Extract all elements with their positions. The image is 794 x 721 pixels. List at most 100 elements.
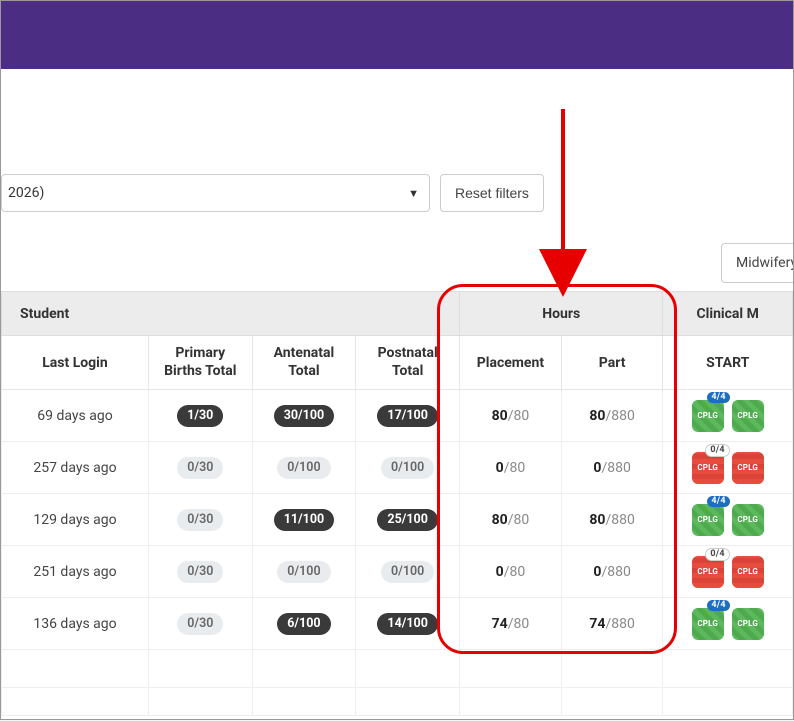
cell-start: CPLG0/4CPLG — [663, 442, 793, 494]
badge-counter: 0/4 — [705, 444, 729, 458]
count-pill: 11/100 — [274, 509, 335, 531]
empty-cell — [460, 688, 562, 716]
count-pill: 0/100 — [277, 561, 330, 583]
empty-cell — [2, 650, 149, 688]
count-pill: 30/100 — [274, 405, 335, 427]
reset-filters-label: Reset filters — [455, 185, 529, 201]
col-part[interactable]: Part — [561, 336, 663, 390]
cplg-badge[interactable]: CPLG4/4 — [692, 608, 724, 640]
empty-cell — [148, 650, 252, 688]
col-postnatal[interactable]: Postnatal Total — [356, 336, 460, 390]
count-pill: 1/30 — [177, 405, 223, 427]
empty-cell — [356, 650, 460, 688]
count-pill: 0/30 — [177, 561, 223, 583]
course-select[interactable]: 2026) ▼ — [1, 174, 430, 212]
progress-table-wrap: Student Hours Clinical M Last Login Prim… — [1, 291, 793, 716]
cell-last-login: 69 days ago — [2, 390, 149, 442]
cplg-badge[interactable]: CPLG4/4 — [692, 400, 724, 432]
cell-placement: 80/80 — [460, 390, 562, 442]
cell-primary-births: 0/30 — [148, 546, 252, 598]
cell-last-login: 257 days ago — [2, 442, 149, 494]
table-row[interactable]: 251 days ago 0/30 0/100 0/100 0/800/880 CPLG0… — [2, 546, 793, 598]
cell-last-login: 251 days ago — [2, 546, 149, 598]
cell-postnatal: 25/100 — [356, 494, 460, 546]
empty-cell — [460, 650, 562, 688]
col-primary-births[interactable]: Primary Births Total — [148, 336, 252, 390]
badge-counter: 4/4 — [707, 600, 729, 612]
col-group-hours: Hours — [460, 292, 663, 336]
cplg-badge[interactable]: CPLG — [732, 452, 764, 484]
count-pill: 25/100 — [377, 509, 438, 531]
empty-cell — [2, 688, 149, 716]
table-sub-header-row: Last Login Primary Births Total Antenata… — [2, 336, 793, 390]
cell-primary-births: 0/30 — [148, 442, 252, 494]
cell-primary-births: 0/30 — [148, 494, 252, 546]
table-row[interactable]: 257 days ago0/300/1000/1000/800/880CPLG0… — [2, 442, 793, 494]
cell-postnatal: 0/100 — [356, 546, 460, 598]
cplg-badge[interactable]: CPLG — [732, 400, 764, 432]
start-badge-set: CPLG4/4CPLG — [692, 608, 764, 640]
cell-placement: 0/80 — [460, 442, 562, 494]
count-pill: 17/100 — [377, 405, 438, 427]
cell-placement: 74/80 — [460, 598, 562, 650]
app-viewport: 2026) ▼ Reset filters Midwifery Student … — [0, 0, 794, 720]
cell-last-login: 129 days ago — [2, 494, 149, 546]
cell-start: CPLG4/4CPLG — [663, 390, 793, 442]
empty-cell — [663, 650, 793, 688]
cplg-badge[interactable]: CPLG — [732, 504, 764, 536]
start-badge-set: CPLG0/4CPLG — [692, 556, 764, 588]
table-row[interactable]: 69 days ago1/3030/10017/10080/8080/880CP… — [2, 390, 793, 442]
count-pill: 0/100 — [381, 561, 434, 583]
count-pill: 0/100 — [277, 457, 330, 479]
col-group-student: Student — [2, 292, 460, 336]
cplg-badge[interactable]: CPLG0/4 — [692, 452, 724, 484]
cell-antenatal: 0/100 — [252, 546, 356, 598]
reset-filters-button[interactable]: Reset filters — [440, 174, 544, 212]
col-antenatal[interactable]: Antenatal Total — [252, 336, 356, 390]
empty-cell — [148, 688, 252, 716]
cell-antenatal: 11/100 — [252, 494, 356, 546]
table-row — [2, 650, 793, 688]
count-pill: 0/30 — [177, 509, 223, 531]
empty-cell — [561, 688, 663, 716]
cell-part: 0/880 — [561, 546, 663, 598]
cell-primary-births: 0/30 — [148, 598, 252, 650]
course-select-value: 2026) — [8, 185, 408, 201]
cell-part: 74/880 — [561, 598, 663, 650]
cplg-badge[interactable]: CPLG4/4 — [692, 504, 724, 536]
start-badge-set: CPLG4/4CPLG — [692, 400, 764, 432]
cell-placement: 80/80 — [460, 494, 562, 546]
badge-counter: 4/4 — [707, 496, 729, 508]
empty-cell — [252, 650, 356, 688]
count-pill: 6/100 — [277, 613, 330, 635]
progress-table: Student Hours Clinical M Last Login Prim… — [1, 291, 793, 716]
cell-antenatal: 6/100 — [252, 598, 356, 650]
cell-last-login: 136 days ago — [2, 598, 149, 650]
count-pill: 14/100 — [377, 613, 438, 635]
table-row[interactable]: 129 days ago 0/30 11/100 25/100 80/8080/880 C… — [2, 494, 793, 546]
table-row[interactable]: 136 days ago0/30 6/100 14/100 74/8074/880 CP… — [2, 598, 793, 650]
midwifery-label: Midwifery — [736, 255, 793, 271]
cell-placement: 0/80 — [460, 546, 562, 598]
cplg-badge[interactable]: CPLG — [732, 556, 764, 588]
empty-cell — [561, 650, 663, 688]
cell-part: 80/880 — [561, 494, 663, 546]
empty-cell — [356, 688, 460, 716]
cell-primary-births: 1/30 — [148, 390, 252, 442]
table-group-header-row: Student Hours Clinical M — [2, 292, 793, 336]
empty-cell — [252, 688, 356, 716]
cell-postnatal: 14/100 — [356, 598, 460, 650]
cell-antenatal: 30/100 — [252, 390, 356, 442]
col-start[interactable]: START — [663, 336, 793, 390]
col-last-login[interactable]: Last Login — [2, 336, 149, 390]
top-header-bar — [1, 1, 793, 69]
cplg-badge[interactable]: CPLG — [732, 608, 764, 640]
midwifery-tab[interactable]: Midwifery — [721, 243, 793, 283]
filter-area: 2026) ▼ Reset filters — [1, 69, 793, 189]
badge-counter: 4/4 — [707, 392, 729, 404]
count-pill: 0/30 — [177, 457, 223, 479]
cplg-badge[interactable]: CPLG0/4 — [692, 556, 724, 588]
col-group-clinical: Clinical M — [663, 292, 793, 336]
col-placement[interactable]: Placement — [460, 336, 562, 390]
cell-postnatal: 17/100 — [356, 390, 460, 442]
